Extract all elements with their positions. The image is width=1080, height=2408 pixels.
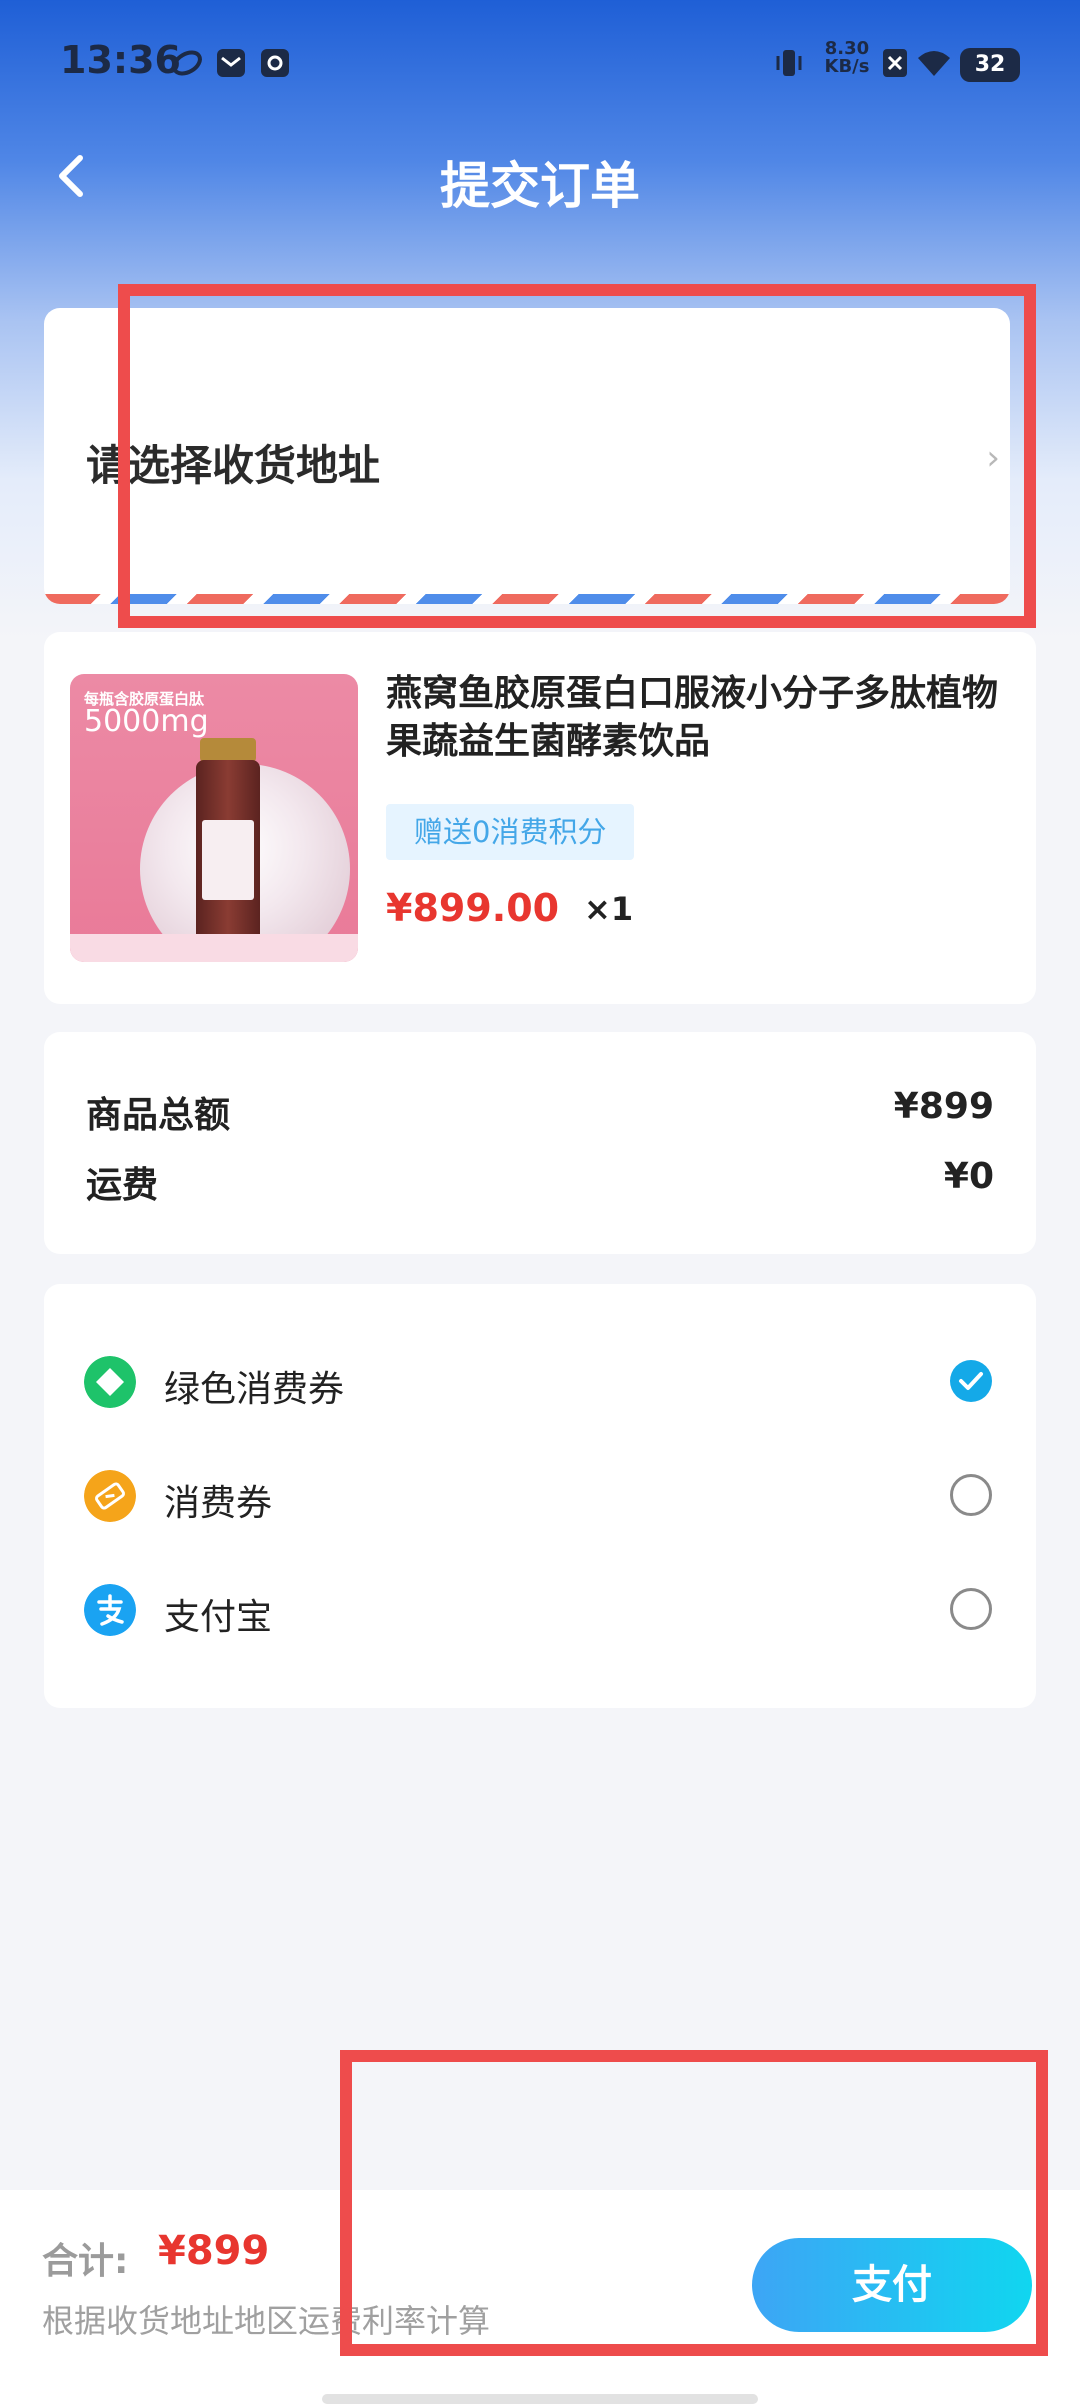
payment-option-label: 消费券 [164,1483,273,1524]
nav-bar: 提交订单 [0,126,1080,226]
subtotal-label: 商品总额 [86,1095,231,1136]
payment-option-green-voucher[interactable]: 绿色消费券 [44,1342,1036,1422]
app-notification-icon [172,50,202,76]
product-price: ¥899.00 [386,886,560,930]
price-summary-card: 商品总额 ¥899 运费 ¥0 [44,1032,1036,1254]
order-screen: 13:36 8.30 KB/s 32 提交订单 请选择收货地址 › 每瓶含胶原蛋… [0,0,1080,2408]
voucher-ticket-icon [84,1470,136,1522]
status-bar: 13:36 8.30 KB/s 32 [0,0,1080,126]
shipping-value: ¥0 [943,1156,994,1197]
shipping-label: 运费 [86,1165,159,1206]
product-card: 每瓶含胶原蛋白肽 5000mg 燕窝鱼胶原蛋白口服液小分子多肽植物果蔬益生菌酵素… [44,632,1036,1004]
product-image: 每瓶含胶原蛋白肽 5000mg [70,674,358,962]
home-indicator[interactable] [322,2394,758,2404]
network-speed-unit: KB/s [824,56,870,77]
battery-indicator: 32 [960,48,1020,82]
total-label: 合计: [42,2241,129,2282]
camera-notification-icon [261,49,289,77]
vibrate-icon [776,50,802,76]
radio-unchecked-icon[interactable] [950,1588,992,1630]
network-speed: 8.30 KB/s [822,40,872,76]
alipay-icon [84,1584,136,1636]
payment-option-label: 支付宝 [164,1597,273,1638]
total-value: ¥899 [158,2228,270,2274]
page-title: 提交订单 [440,157,640,215]
bottle-cap [200,738,256,762]
product-quantity: ×1 [584,890,634,928]
points-tag: 赠送0消费积分 [386,804,635,860]
payment-methods-card: 绿色消费券 消费券 支付宝 [44,1284,1036,1708]
wifi-icon [918,51,950,76]
product-image-footer [70,934,358,962]
radio-checked-icon[interactable] [950,1360,992,1402]
payment-option-voucher[interactable]: 消费券 [44,1456,1036,1536]
no-sim-icon [883,49,907,77]
annotation-frame-address [118,284,1036,628]
radio-unchecked-icon[interactable] [950,1474,992,1516]
payment-option-alipay[interactable]: 支付宝 [44,1570,1036,1650]
mail-notification-icon [217,49,245,77]
product-title: 燕窝鱼胶原蛋白口服液小分子多肽植物果蔬益生菌酵素饮品 [386,673,999,762]
product-bottle [196,760,260,954]
subtotal-value: ¥899 [893,1086,994,1127]
green-voucher-icon [84,1356,136,1408]
annotation-frame-pay [340,2050,1048,2356]
status-time: 13:36 [60,38,181,82]
payment-option-label: 绿色消费券 [164,1369,345,1410]
product-image-amount: 5000mg [84,704,209,739]
